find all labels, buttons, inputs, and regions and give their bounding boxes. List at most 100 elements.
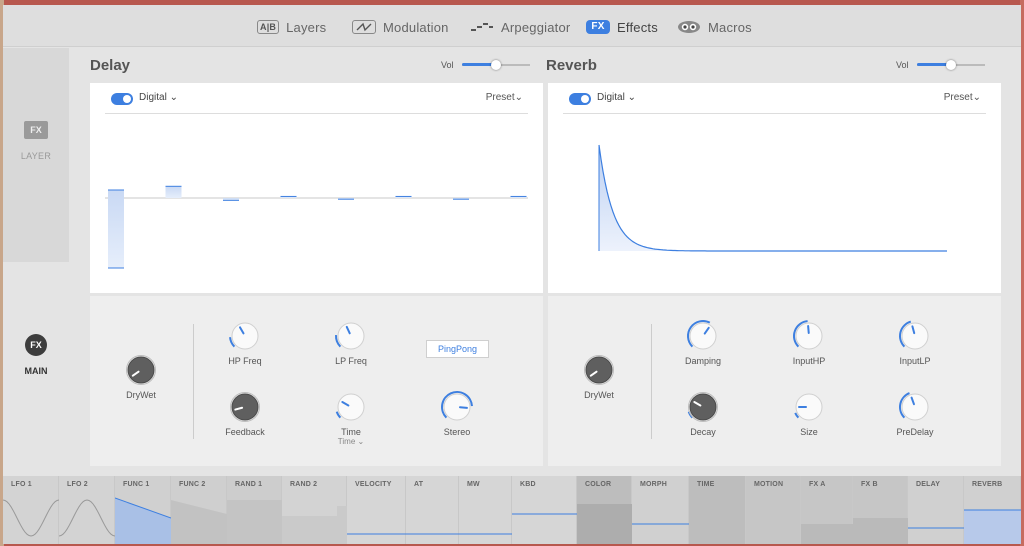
- delay-tap-display: [105, 185, 528, 269]
- delay-vol-thumb[interactable]: [490, 60, 501, 70]
- drywet-knob-graphic[interactable]: [124, 353, 158, 387]
- inputhp-knob-graphic[interactable]: [792, 319, 826, 353]
- mod-source-delay[interactable]: DELAY: [908, 476, 964, 544]
- mod-source-fx-b[interactable]: FX B: [853, 476, 908, 544]
- damping-knob-graphic[interactable]: [686, 319, 720, 353]
- decay-knob-graphic[interactable]: [686, 390, 720, 424]
- mod-source-label: AT: [414, 481, 424, 488]
- mod-source-mw[interactable]: MW: [459, 476, 512, 544]
- mod-source-label: KBD: [520, 481, 536, 488]
- reverb-decay-curve: [598, 144, 947, 252]
- tab-arpeggiator[interactable]: Arpeggiator: [470, 17, 570, 37]
- layer-fx-selector[interactable]: FX LAYER: [3, 48, 69, 262]
- delay-time-sync-select[interactable]: Time ⌄: [311, 437, 391, 446]
- tab-layers[interactable]: A|B Layers: [257, 17, 326, 37]
- pingpong-button[interactable]: PingPong: [426, 340, 489, 358]
- lpfreq-knob-graphic[interactable]: [334, 319, 368, 353]
- mod-source-rand-1[interactable]: RAND 1: [227, 476, 282, 544]
- delay-controls-panel: DryWet HP Freq LP Freq PingPong Feedback…: [90, 296, 543, 466]
- knob-body: [689, 393, 717, 421]
- stereo-knob-graphic[interactable]: [440, 390, 474, 424]
- reverb-title: Reverb: [546, 57, 597, 74]
- mod-source-morph[interactable]: MORPH: [632, 476, 689, 544]
- hpfreq-knob-graphic[interactable]: [228, 319, 262, 353]
- delay-stereo-knob[interactable]: Stereo: [417, 390, 497, 437]
- mod-source-label: DELAY: [916, 481, 941, 488]
- mod-source-label: FX A: [809, 481, 826, 488]
- mod-source-func-1[interactable]: FUNC 1: [115, 476, 171, 544]
- mod-source-motion[interactable]: MOTION: [746, 476, 801, 544]
- mod-source-label: FUNC 1: [123, 481, 150, 488]
- delay-lpfreq-label: LP Freq: [335, 356, 367, 366]
- layer-label: LAYER: [20, 151, 52, 161]
- reverb-size-label: Size: [800, 427, 818, 437]
- delay-lpfreq-knob[interactable]: LP Freq: [311, 319, 391, 366]
- knob-body: [231, 393, 259, 421]
- mod-source-lfo-1[interactable]: LFO 1: [3, 476, 59, 544]
- reverb-size-knob[interactable]: Size: [769, 390, 849, 437]
- delay-feedback-knob[interactable]: Feedback: [205, 390, 285, 437]
- reverb-inputlp-label: InputLP: [899, 356, 931, 366]
- mod-source-label: RAND 2: [290, 481, 318, 488]
- knob-body: [585, 356, 613, 384]
- predelay-knob-graphic[interactable]: [898, 390, 932, 424]
- mod-source-func-2[interactable]: FUNC 2: [171, 476, 227, 544]
- delay-hpfreq-label: HP Freq: [228, 356, 262, 366]
- tab-macros-label: Macros: [708, 19, 752, 35]
- delay-vol-label: Vol: [441, 60, 454, 70]
- delay-volume: Vol: [441, 59, 530, 71]
- reverb-vol-thumb[interactable]: [945, 60, 956, 70]
- reverb-vol-label: Vol: [896, 60, 909, 70]
- reverb-damping-knob[interactable]: Damping: [663, 319, 743, 366]
- tab-layers-label: Layers: [286, 19, 327, 35]
- inputlp-knob-graphic[interactable]: [898, 319, 932, 353]
- reverb-damping-label: Damping: [684, 356, 722, 366]
- knob-pointer: [807, 325, 810, 335]
- mod-source-time[interactable]: TIME: [689, 476, 746, 544]
- delay-stereo-label: Stereo: [443, 427, 471, 437]
- mod-source-kbd[interactable]: KBD: [512, 476, 577, 544]
- delay-display-panel: Digital ⌄ Preset⌄: [90, 83, 543, 293]
- mod-source-label: LFO 1: [11, 481, 32, 488]
- fx-level-sidebar: FX LAYER FX MAIN: [3, 48, 69, 478]
- mod-source-at[interactable]: AT: [406, 476, 459, 544]
- delay-controls-divider: [193, 324, 194, 439]
- delay-time-knob[interactable]: Time Time ⌄: [311, 390, 391, 446]
- reverb-vol-slider[interactable]: [916, 59, 985, 71]
- delay-feedback-label: Feedback: [225, 427, 265, 437]
- reverb-drywet-label: DryWet: [584, 390, 614, 400]
- time-knob-graphic[interactable]: [334, 390, 368, 424]
- delay-hpfreq-knob[interactable]: HP Freq: [205, 319, 285, 366]
- mod-source-velocity[interactable]: VELOCITY: [347, 476, 406, 544]
- knob-body: [901, 322, 929, 350]
- mod-source-fx-a[interactable]: FX A: [801, 476, 853, 544]
- reverb-inputhp-knob[interactable]: InputHP: [769, 319, 849, 366]
- reverb-inputlp-knob[interactable]: InputLP: [875, 319, 955, 366]
- tab-modulation[interactable]: Modulation: [352, 17, 449, 37]
- modulation-wave-icon: [352, 20, 376, 34]
- delay-vol-slider[interactable]: [461, 59, 530, 71]
- size-knob-graphic[interactable]: [792, 390, 826, 424]
- drywet-knob-graphic[interactable]: [582, 353, 616, 387]
- top-navigation: A|B Layers Modulation Arpeggiator FX Eff…: [3, 5, 1021, 47]
- reverb-predelay-label: PreDelay: [896, 427, 934, 437]
- feedback-knob-graphic[interactable]: [228, 390, 262, 424]
- delay-drywet-knob[interactable]: DryWet: [101, 353, 181, 400]
- delay-drywet-label: DryWet: [126, 390, 156, 400]
- reverb-decay-knob[interactable]: Decay: [663, 390, 743, 437]
- tab-effects[interactable]: FX Effects: [586, 17, 658, 37]
- mod-source-reverb[interactable]: REVERB: [964, 476, 1021, 544]
- main-label: MAIN: [24, 366, 48, 376]
- mod-source-lfo-2[interactable]: LFO 2: [59, 476, 115, 544]
- reverb-predelay-knob[interactable]: PreDelay: [875, 390, 955, 437]
- tab-arpeggiator-label: Arpeggiator: [501, 19, 571, 35]
- ab-icon: A|B: [257, 20, 280, 34]
- delay-tap-bar: [108, 190, 124, 268]
- reverb-drywet-knob[interactable]: DryWet: [559, 353, 639, 400]
- reverb-decay-label: Decay: [690, 427, 716, 437]
- tab-modulation-label: Modulation: [383, 19, 449, 35]
- mod-source-label: FUNC 2: [179, 481, 206, 488]
- tab-macros[interactable]: Macros: [677, 17, 752, 37]
- mod-source-color[interactable]: COLOR: [577, 476, 632, 544]
- mod-source-rand-2[interactable]: RAND 2: [282, 476, 347, 544]
